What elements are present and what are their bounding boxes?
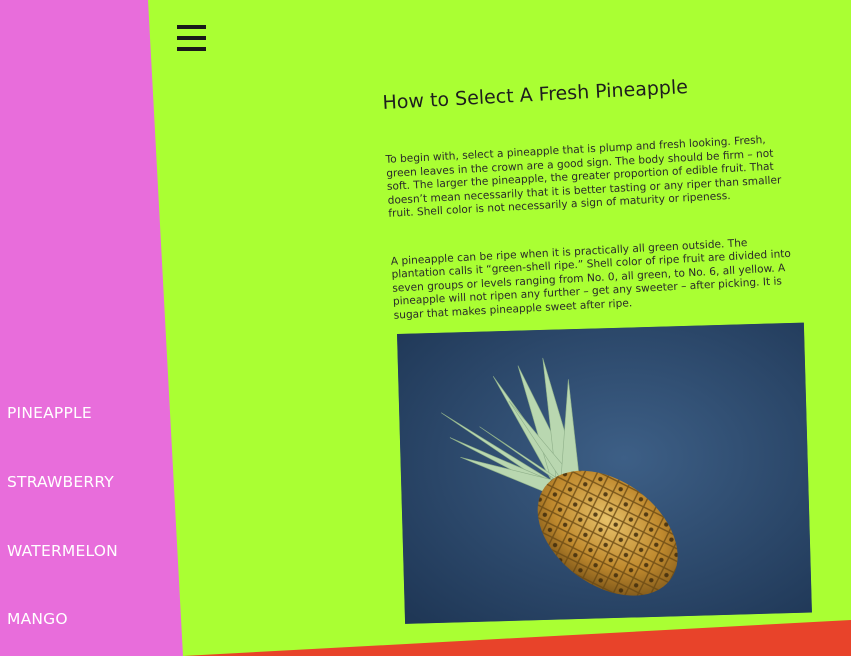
pineapple-photo (397, 322, 812, 624)
article-title: How to Select A Fresh Pineapple (382, 76, 689, 114)
hamburger-menu-icon[interactable] (177, 25, 206, 51)
nav-item-strawberry[interactable]: STRAWBERRY (7, 473, 114, 491)
article: How to Select A Fresh Pineapple To begin… (382, 71, 795, 357)
article-paragraph-1: To begin with, select a pineapple that i… (385, 133, 782, 220)
nav-item-pineapple[interactable]: PINEAPPLE (7, 404, 92, 422)
article-paragraph-2: A pineapple can be ripe when it is pract… (390, 236, 792, 322)
nav-item-watermelon[interactable]: WATERMELON (7, 542, 118, 560)
nav-item-mango[interactable]: MANGO (7, 610, 68, 628)
